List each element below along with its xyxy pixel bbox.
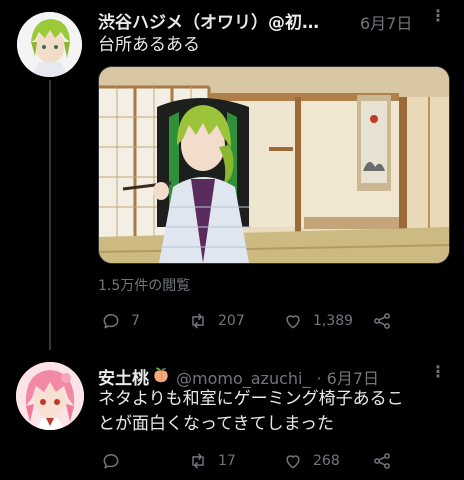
tweet2-like-count: 268 [313,453,340,469]
tweet2-reply-button[interactable] [101,451,131,471]
tweet1-date[interactable]: 6月7日 [360,10,412,34]
tweet1-retweet-count: 207 [218,313,245,329]
retweet-icon [192,453,204,469]
avatar-momo-azuchi[interactable] [16,362,84,430]
tweet2-text: ネタよりも和室にゲーミング椅子あるこ とが面白くなってきてしまった [98,387,404,437]
share-icon [374,313,390,329]
tweet2-author-name[interactable]: 安土桃 [98,364,149,389]
reply-icon [103,314,119,329]
tweet1-retweet-button[interactable]: 207 [188,311,245,331]
heart-icon [286,315,300,329]
tweet2-header: 安土桃 @momo_azuchi_ · 6月7日 [98,364,379,389]
tweet2-retweet-count: 17 [218,453,236,469]
avatar-shibuya-hajime[interactable] [17,12,82,77]
tweet1-reply-button[interactable]: 7 [101,311,140,331]
tweet1-share-button[interactable] [372,311,392,331]
tweet2-date[interactable]: · 6月7日 [316,365,379,389]
tweet2-more-icon[interactable]: ⋮ [430,362,446,381]
tweet1-text: 台所あるある [98,35,200,55]
tweet2-text-line1: ネタよりも和室にゲーミング椅子あるこ [98,389,404,409]
tweet1-header: 渋谷ハジメ（オワリ）@初… [98,8,319,33]
tweet2-text-line2: とが面白くなってきてしまった [98,414,334,434]
tweet1-video-thumbnail[interactable] [98,66,450,264]
share-icon [374,453,390,469]
tweet1-view-count: 1.5万件の閲覧 [98,278,191,294]
thread-connector-line [49,80,51,350]
tweet1-author-name[interactable]: 渋谷ハジメ（オワリ）@初… [98,8,319,33]
tweet1-reply-count: 7 [131,313,140,329]
tweet2-handle[interactable]: @momo_azuchi_ [176,369,310,388]
tweet2-like-button[interactable]: 268 [283,451,340,471]
tweet1-more-icon[interactable]: ⋮ [430,6,446,25]
tweet2-share-button[interactable] [372,451,392,471]
peach-emoji-icon [154,367,168,383]
heart-icon [286,455,300,469]
tweet1-like-count: 1,389 [313,313,354,329]
retweet-icon [192,313,204,329]
reply-icon [103,454,119,469]
tweet1-like-button[interactable]: 1,389 [283,311,353,331]
tweet2-retweet-button[interactable]: 17 [188,451,236,471]
